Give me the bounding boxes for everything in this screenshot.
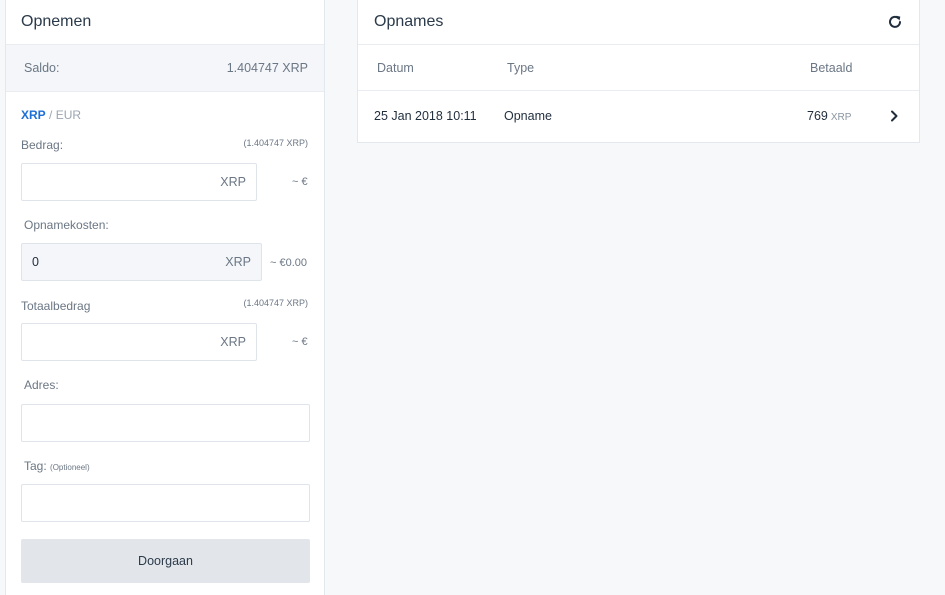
row-type: Opname bbox=[504, 109, 552, 123]
amount-hint: (1.404747 XRP) bbox=[243, 138, 308, 148]
row-amount: 769 XRP bbox=[807, 109, 851, 123]
fee-label: Opnamekosten: bbox=[24, 218, 109, 232]
tag-optional-label: (Optioneel) bbox=[50, 463, 90, 472]
amount-unit: XRP bbox=[220, 175, 246, 189]
total-hint: (1.404747 XRP) bbox=[243, 298, 308, 308]
table-row[interactable]: 25 Jan 2018 10:11 Opname 769 XRP bbox=[358, 91, 919, 141]
total-eur-approx: ~ € bbox=[292, 336, 308, 348]
withdraw-title: Opnemen bbox=[21, 13, 92, 30]
fee-input: 0 XRP bbox=[21, 243, 262, 281]
tag-input[interactable] bbox=[21, 484, 310, 522]
tag-label-text: Tag: bbox=[24, 459, 47, 473]
row-date: 25 Jan 2018 10:11 bbox=[374, 109, 477, 123]
total-input[interactable]: XRP bbox=[21, 323, 257, 361]
continue-button[interactable]: Doorgaan bbox=[21, 539, 310, 583]
column-header-date: Datum bbox=[377, 61, 414, 75]
withdraw-panel: Opnemen Saldo: 1.404747 XRP XRP / EUR Be… bbox=[5, 0, 325, 595]
fee-unit: XRP bbox=[225, 255, 251, 269]
currency-separator: / bbox=[49, 108, 53, 122]
withdrawals-panel: Opnames Datum Type Betaald 25 Jan 2018 1… bbox=[357, 0, 920, 143]
withdrawals-header: Opnames bbox=[358, 0, 919, 45]
fee-eur-approx: ~ €0.00 bbox=[270, 257, 308, 269]
total-unit: XRP bbox=[220, 335, 246, 349]
column-header-type: Type bbox=[507, 61, 535, 75]
currency-option-xrp[interactable]: XRP bbox=[21, 108, 46, 122]
address-label: Adres: bbox=[24, 378, 59, 392]
currency-option-eur[interactable]: EUR bbox=[56, 108, 81, 122]
fee-value: 0 bbox=[32, 255, 39, 269]
row-amount-value: 769 bbox=[807, 109, 828, 123]
balance-value: 1.404747 XRP bbox=[226, 61, 308, 75]
chevron-right-icon[interactable] bbox=[889, 110, 899, 122]
balance-row: Saldo: 1.404747 XRP bbox=[6, 45, 324, 92]
total-label: Totaalbedrag bbox=[21, 299, 91, 313]
withdrawals-title: Opnames bbox=[374, 13, 444, 30]
amount-input[interactable]: XRP bbox=[21, 163, 257, 201]
address-input[interactable] bbox=[21, 404, 310, 442]
column-header-paid: Betaald bbox=[810, 61, 853, 75]
balance-label: Saldo: bbox=[24, 61, 60, 75]
withdraw-header: Opnemen bbox=[6, 0, 324, 45]
withdrawals-table-header: Datum Type Betaald bbox=[358, 45, 919, 91]
refresh-icon[interactable] bbox=[887, 14, 903, 30]
tag-label: Tag: (Optioneel) bbox=[24, 459, 90, 473]
row-amount-unit: XRP bbox=[830, 112, 852, 123]
amount-eur-approx: ~ € bbox=[292, 176, 308, 188]
currency-toggle: XRP / EUR bbox=[21, 108, 81, 122]
amount-label: Bedrag: bbox=[21, 138, 64, 152]
